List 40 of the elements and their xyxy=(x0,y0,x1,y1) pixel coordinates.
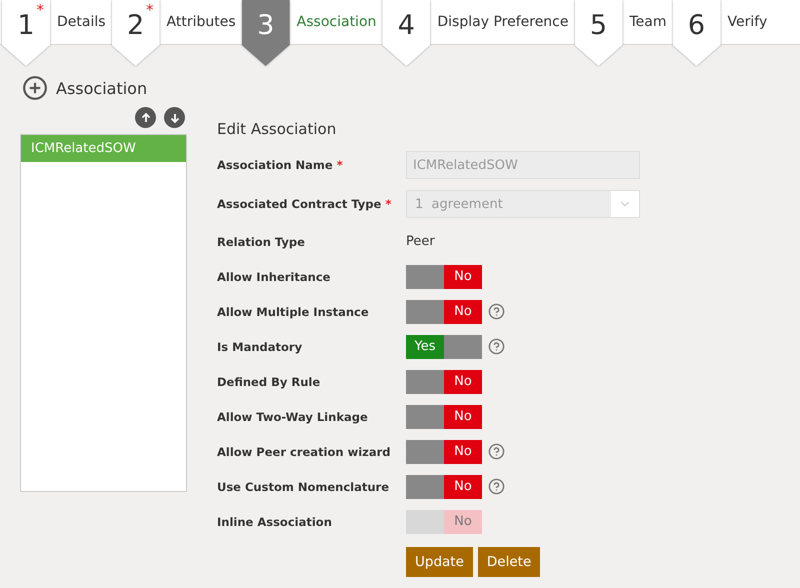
field-label: Associated Contract Type * xyxy=(217,197,392,211)
delete-button[interactable]: Delete xyxy=(478,547,540,577)
help-icon[interactable] xyxy=(488,338,505,355)
toggle-switch[interactable]: No xyxy=(406,440,482,464)
update-button[interactable]: Update xyxy=(406,547,473,577)
toggle-switch[interactable]: No xyxy=(406,474,482,498)
list-item[interactable]: ICMRelatedSOW xyxy=(21,135,186,162)
toggle-switch[interactable]: No xyxy=(406,264,482,288)
field-label: Allow Multiple Instance xyxy=(217,304,370,318)
step-label[interactable]: Details xyxy=(50,0,112,30)
down-arrow-icon xyxy=(168,112,180,124)
move-up-button[interactable] xyxy=(135,107,156,128)
step-label[interactable]: Team xyxy=(622,0,673,30)
field-label: Inline Association xyxy=(217,514,333,528)
section-title: Association xyxy=(56,78,148,98)
toggle-switch[interactable]: No xyxy=(406,370,482,394)
step-label[interactable]: Verify xyxy=(720,0,774,30)
toggle-switch[interactable]: No xyxy=(406,300,482,324)
field-label: Association Name * xyxy=(217,158,344,172)
add-icon[interactable] xyxy=(22,75,48,101)
field-label: Defined By Rule xyxy=(217,374,322,388)
move-down-button[interactable] xyxy=(164,107,185,128)
step-tab[interactable]: 3 xyxy=(242,0,290,66)
field-label: Allow Peer creation wizard xyxy=(217,444,392,458)
field-label: Relation Type xyxy=(217,234,306,248)
field-label: Use Custom Nomenclature xyxy=(217,480,390,494)
toggle-switch[interactable]: No xyxy=(406,404,482,428)
field-label: Is Mandatory xyxy=(217,340,304,354)
step-label[interactable]: Display Preference xyxy=(430,0,574,30)
field-value: Peer xyxy=(406,234,435,249)
up-arrow-icon xyxy=(140,112,152,124)
form-title: Edit Association xyxy=(217,120,338,138)
help-icon[interactable] xyxy=(488,478,505,495)
step-label[interactable]: Association xyxy=(290,0,382,30)
toggle-switch[interactable]: Yes xyxy=(406,334,482,358)
step-label[interactable]: Attributes xyxy=(160,0,242,30)
help-icon[interactable] xyxy=(488,443,505,460)
field-label: Allow Two-Way Linkage xyxy=(217,410,369,424)
help-icon[interactable] xyxy=(488,303,505,320)
field-label: Allow Inheritance xyxy=(217,270,332,284)
